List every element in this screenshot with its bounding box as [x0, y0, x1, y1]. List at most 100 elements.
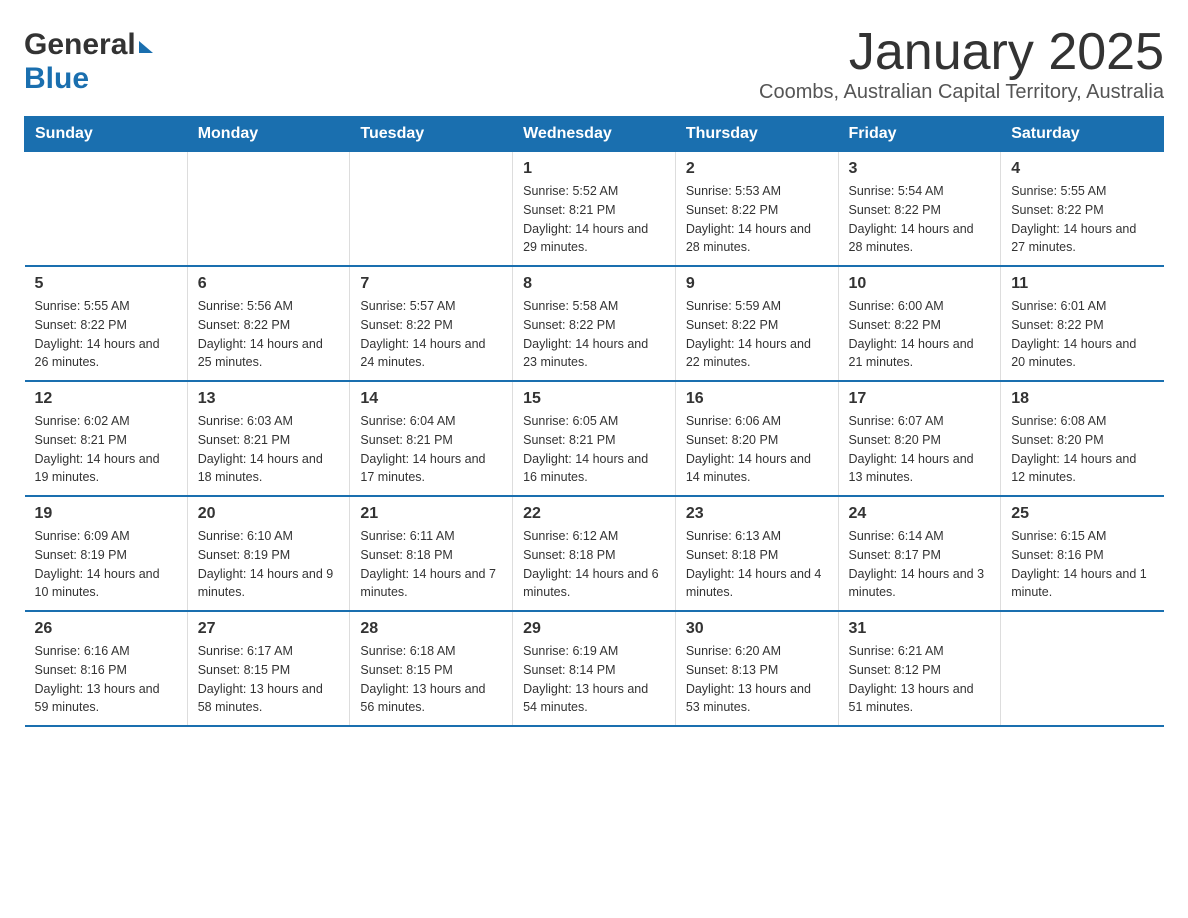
header-saturday: Saturday	[1001, 117, 1164, 152]
day-number: 31	[849, 620, 991, 638]
calendar-cell	[350, 152, 513, 267]
calendar-cell: 10Sunrise: 6:00 AM Sunset: 8:22 PM Dayli…	[838, 266, 1001, 381]
day-info: Sunrise: 6:21 AM Sunset: 8:12 PM Dayligh…	[849, 642, 991, 717]
calendar-cell: 29 Sunrise: 6:19 AM Sunset: 8:14 PM Dayli…	[513, 611, 676, 726]
calendar-cell: 12 Sunrise: 6:02 AM Sunset: 8:21 PM Dayli…	[25, 381, 188, 496]
calendar-cell	[25, 152, 188, 267]
calendar-cell: 25Sunrise: 6:15 AM Sunset: 8:16 PM Dayli…	[1001, 496, 1164, 611]
day-info: Sunrise: 5:55 AM Sunset: 8:22 PM Dayligh…	[35, 297, 177, 372]
header-sunday: Sunday	[25, 117, 188, 152]
day-info: Sunrise: 6:17 AM Sunset: 8:15 PM Dayligh…	[198, 642, 340, 717]
calendar-cell: 21 Sunrise: 6:11 AM Sunset: 8:18 PM Dayli…	[350, 496, 513, 611]
calendar-cell: 1 Sunrise: 5:52 AM Sunset: 8:21 PM Daylig…	[513, 152, 676, 267]
day-number: 26	[35, 620, 177, 638]
day-number: 10	[849, 275, 991, 293]
calendar-cell: 11 Sunrise: 6:01 AM Sunset: 8:22 PM Dayli…	[1001, 266, 1164, 381]
calendar-cell: 15 Sunrise: 6:05 AM Sunset: 8:21 PM Dayli…	[513, 381, 676, 496]
day-info: Sunrise: 6:20 AM Sunset: 8:13 PM Dayligh…	[686, 642, 828, 717]
calendar-cell: 19 Sunrise: 6:09 AM Sunset: 8:19 PM Dayli…	[25, 496, 188, 611]
day-info: Sunrise: 5:59 AM Sunset: 8:22 PM Dayligh…	[686, 297, 828, 372]
day-info: Sunrise: 5:56 AM Sunset: 8:22 PM Dayligh…	[198, 297, 340, 372]
calendar-cell: 6 Sunrise: 5:56 AM Sunset: 8:22 PM Daylig…	[187, 266, 350, 381]
calendar-cell: 22Sunrise: 6:12 AM Sunset: 8:18 PM Dayli…	[513, 496, 676, 611]
calendar-cell: 9Sunrise: 5:59 AM Sunset: 8:22 PM Daylig…	[675, 266, 838, 381]
day-number: 16	[686, 390, 828, 408]
logo-general: General	[24, 28, 136, 62]
day-number: 22	[523, 505, 665, 523]
day-number: 11	[1011, 275, 1153, 293]
day-info: Sunrise: 6:06 AM Sunset: 8:20 PM Dayligh…	[686, 412, 828, 487]
calendar-cell: 28Sunrise: 6:18 AM Sunset: 8:15 PM Dayli…	[350, 611, 513, 726]
header-thursday: Thursday	[675, 117, 838, 152]
day-number: 4	[1011, 160, 1153, 178]
calendar-cell: 13 Sunrise: 6:03 AM Sunset: 8:21 PM Dayli…	[187, 381, 350, 496]
logo-triangle-icon	[139, 41, 153, 53]
calendar-cell: 17Sunrise: 6:07 AM Sunset: 8:20 PM Dayli…	[838, 381, 1001, 496]
day-number: 27	[198, 620, 340, 638]
day-number: 21	[360, 505, 502, 523]
day-info: Sunrise: 6:08 AM Sunset: 8:20 PM Dayligh…	[1011, 412, 1153, 487]
calendar-cell: 2 Sunrise: 5:53 AM Sunset: 8:22 PM Daylig…	[675, 152, 838, 267]
day-number: 14	[360, 390, 502, 408]
calendar-cell: 30 Sunrise: 6:20 AM Sunset: 8:13 PM Dayli…	[675, 611, 838, 726]
day-number: 23	[686, 505, 828, 523]
day-info: Sunrise: 5:52 AM Sunset: 8:21 PM Dayligh…	[523, 182, 665, 257]
day-number: 8	[523, 275, 665, 293]
day-info: Sunrise: 6:11 AM Sunset: 8:18 PM Dayligh…	[360, 527, 502, 602]
calendar-cell: 27 Sunrise: 6:17 AM Sunset: 8:15 PM Dayli…	[187, 611, 350, 726]
day-info: Sunrise: 6:05 AM Sunset: 8:21 PM Dayligh…	[523, 412, 665, 487]
day-number: 19	[35, 505, 177, 523]
day-info: Sunrise: 6:10 AM Sunset: 8:19 PM Dayligh…	[198, 527, 340, 602]
day-info: Sunrise: 6:14 AM Sunset: 8:17 PM Dayligh…	[849, 527, 991, 602]
day-info: Sunrise: 5:55 AM Sunset: 8:22 PM Dayligh…	[1011, 182, 1153, 257]
day-number: 12	[35, 390, 177, 408]
day-number: 18	[1011, 390, 1153, 408]
title-area: January 2025 Coombs, Australian Capital …	[759, 24, 1164, 104]
day-number: 20	[198, 505, 340, 523]
day-info: Sunrise: 6:07 AM Sunset: 8:20 PM Dayligh…	[849, 412, 991, 487]
logo-blue: Blue	[24, 62, 89, 96]
day-info: Sunrise: 6:03 AM Sunset: 8:21 PM Dayligh…	[198, 412, 340, 487]
day-info: Sunrise: 6:13 AM Sunset: 8:18 PM Dayligh…	[686, 527, 828, 602]
day-number: 25	[1011, 505, 1153, 523]
day-info: Sunrise: 5:53 AM Sunset: 8:22 PM Dayligh…	[686, 182, 828, 257]
day-number: 29	[523, 620, 665, 638]
month-title: January 2025	[759, 24, 1164, 81]
header-wednesday: Wednesday	[513, 117, 676, 152]
week-row-4: 19 Sunrise: 6:09 AM Sunset: 8:19 PM Dayli…	[25, 496, 1164, 611]
day-info: Sunrise: 6:09 AM Sunset: 8:19 PM Dayligh…	[35, 527, 177, 602]
calendar-cell	[1001, 611, 1164, 726]
day-number: 1	[523, 160, 665, 178]
day-info: Sunrise: 6:16 AM Sunset: 8:16 PM Dayligh…	[35, 642, 177, 717]
calendar-cell: 7Sunrise: 5:57 AM Sunset: 8:22 PM Daylig…	[350, 266, 513, 381]
day-info: Sunrise: 6:02 AM Sunset: 8:21 PM Dayligh…	[35, 412, 177, 487]
day-number: 28	[360, 620, 502, 638]
calendar-cell: 14 Sunrise: 6:04 AM Sunset: 8:21 PM Dayli…	[350, 381, 513, 496]
header-friday: Friday	[838, 117, 1001, 152]
calendar-table: SundayMondayTuesdayWednesdayThursdayFrid…	[24, 116, 1164, 727]
week-row-2: 5 Sunrise: 5:55 AM Sunset: 8:22 PM Daylig…	[25, 266, 1164, 381]
calendar-cell: 4 Sunrise: 5:55 AM Sunset: 8:22 PM Daylig…	[1001, 152, 1164, 267]
logo: General Blue	[24, 24, 153, 96]
week-row-5: 26 Sunrise: 6:16 AM Sunset: 8:16 PM Dayli…	[25, 611, 1164, 726]
calendar-cell: 23 Sunrise: 6:13 AM Sunset: 8:18 PM Dayli…	[675, 496, 838, 611]
day-number: 30	[686, 620, 828, 638]
day-number: 13	[198, 390, 340, 408]
week-row-3: 12 Sunrise: 6:02 AM Sunset: 8:21 PM Dayli…	[25, 381, 1164, 496]
day-info: Sunrise: 6:01 AM Sunset: 8:22 PM Dayligh…	[1011, 297, 1153, 372]
week-row-1: 1 Sunrise: 5:52 AM Sunset: 8:21 PM Daylig…	[25, 152, 1164, 267]
day-number: 5	[35, 275, 177, 293]
header-monday: Monday	[187, 117, 350, 152]
calendar-cell: 26 Sunrise: 6:16 AM Sunset: 8:16 PM Dayli…	[25, 611, 188, 726]
day-number: 2	[686, 160, 828, 178]
day-number: 15	[523, 390, 665, 408]
day-number: 6	[198, 275, 340, 293]
calendar-cell: 8 Sunrise: 5:58 AM Sunset: 8:22 PM Daylig…	[513, 266, 676, 381]
calendar-cell: 31 Sunrise: 6:21 AM Sunset: 8:12 PM Dayli…	[838, 611, 1001, 726]
header-tuesday: Tuesday	[350, 117, 513, 152]
day-info: Sunrise: 6:19 AM Sunset: 8:14 PM Dayligh…	[523, 642, 665, 717]
calendar-cell	[187, 152, 350, 267]
day-info: Sunrise: 6:04 AM Sunset: 8:21 PM Dayligh…	[360, 412, 502, 487]
calendar-cell: 3Sunrise: 5:54 AM Sunset: 8:22 PM Daylig…	[838, 152, 1001, 267]
day-info: Sunrise: 5:58 AM Sunset: 8:22 PM Dayligh…	[523, 297, 665, 372]
